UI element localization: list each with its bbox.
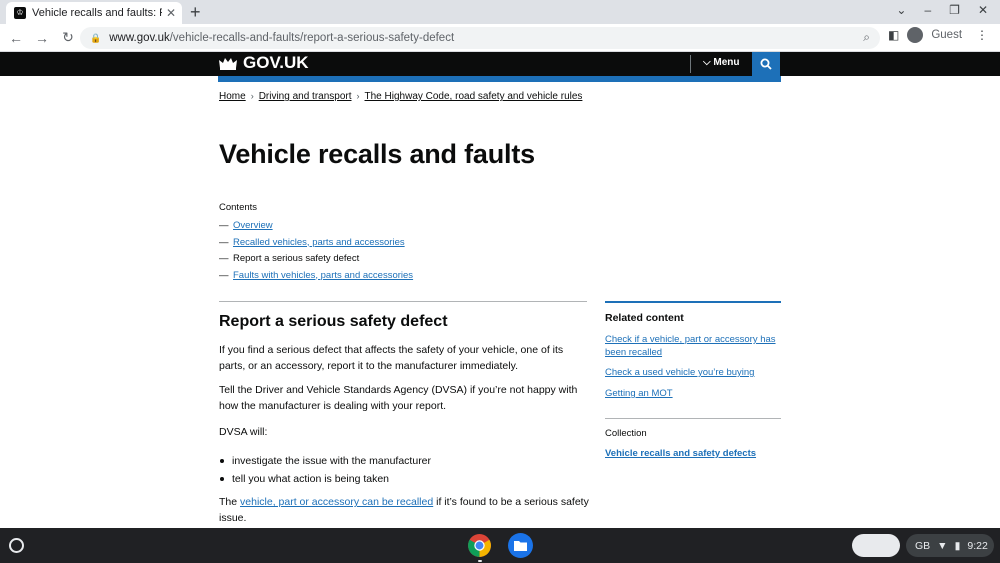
browser-toolbar: ← → ↻ 🔒 www.gov.uk/vehicle-recalls-and-f… — [0, 24, 1000, 52]
contents-link-overview[interactable]: Overview — [233, 220, 273, 237]
breadcrumb: Home › Driving and transport › The Highw… — [219, 91, 582, 102]
contents-heading: Contents — [219, 202, 258, 213]
chevron-right-icon: › — [250, 91, 254, 101]
address-bar[interactable]: 🔒 www.gov.uk/vehicle-recalls-and-faults/… — [80, 27, 880, 49]
files-app-icon[interactable] — [508, 533, 533, 558]
running-indicator — [478, 560, 482, 562]
zoom-icon[interactable]: ⌕ — [863, 30, 870, 45]
contents-list: Contents — Overview — Recalled vehicles, p… — [219, 202, 413, 286]
related-top-border — [605, 301, 781, 303]
paragraph: If you find a serious defect that affect… — [219, 344, 564, 372]
window-controls: ⌄ – ❐ ✕ — [896, 3, 988, 17]
search-icon — [760, 58, 772, 70]
back-arrow-icon[interactable]: ← — [3, 30, 29, 46]
logo-text: GOV.UK — [243, 53, 309, 72]
close-tab-icon[interactable]: ✕ — [166, 6, 176, 20]
chevron-right-icon: › — [356, 91, 360, 101]
contents-item: — Recalled vehicles, parts and accessorie… — [219, 237, 413, 254]
list-item: tell you what action is being taken — [219, 470, 431, 488]
related-link-recall-check[interactable]: Check if a vehicle, part or accessory ha… — [605, 334, 781, 359]
page-title: Vehicle recalls and faults — [219, 139, 535, 169]
search-button[interactable] — [752, 52, 780, 76]
menu-separator — [690, 55, 691, 73]
breadcrumb-driving[interactable]: Driving and transport — [259, 91, 352, 102]
gov-uk-favicon-icon: ♔ — [14, 7, 26, 19]
launcher-icon[interactable] — [9, 538, 24, 553]
paragraph: DVSA will: — [219, 426, 268, 438]
gov-uk-logo[interactable]: GOV.UK — [218, 53, 309, 73]
breadcrumb-highway-code[interactable]: The Highway Code, road safety and vehicl… — [365, 91, 583, 102]
paragraph: Tell the Driver and Vehicle Standards Ag… — [219, 384, 578, 412]
contents-item: — Overview — [219, 220, 413, 237]
bullet-list: investigate the issue with the manufactu… — [219, 452, 431, 488]
contents-link-recalled[interactable]: Recalled vehicles, parts and accessories — [233, 237, 405, 254]
url-text: www.gov.uk/vehicle-recalls-and-faults/re… — [109, 32, 455, 44]
collection-link[interactable]: Vehicle recalls and safety defects — [605, 448, 756, 459]
profile-avatar-icon[interactable] — [907, 27, 924, 43]
profile-label[interactable]: Guest — [931, 29, 962, 41]
clock-time: 9:22 — [967, 539, 988, 552]
close-window-icon[interactable]: ✕ — [978, 3, 988, 17]
contents-link-faults[interactable]: Faults with vehicles, parts and accessor… — [233, 270, 413, 287]
restore-icon[interactable]: ❐ — [949, 3, 960, 17]
gov-header: GOV.UK ⌵ Menu — [0, 52, 1000, 76]
side-panel-icon[interactable]: ◧ — [888, 28, 899, 42]
paragraph: The vehicle, part or accessory can be re… — [219, 496, 589, 524]
wifi-icon: ▼ — [937, 539, 948, 552]
section-divider — [219, 301, 587, 302]
related-link-used-vehicle[interactable]: Check a used vehicle you’re buying — [605, 367, 781, 380]
header-blue-bar — [218, 76, 781, 82]
toolbar-right: ◧ Guest ⋮ — [888, 27, 988, 43]
locale-label: GB — [915, 539, 931, 552]
browser-tab[interactable]: ♔ Vehicle recalls and faults: Report ✕ — [6, 2, 182, 24]
reload-icon[interactable]: ↻ — [55, 29, 81, 46]
tab-title: Vehicle recalls and faults: Report — [32, 7, 162, 19]
tab-search-icon[interactable]: ⌄ — [896, 3, 906, 17]
os-shelf: GB ▼ ▮ 9:22 — [0, 528, 1000, 563]
contents-item: — Faults with vehicles, parts and accesso… — [219, 270, 413, 287]
chevron-down-icon: ⌵ — [703, 57, 711, 68]
more-menu-icon[interactable]: ⋮ — [976, 28, 988, 42]
lock-icon[interactable]: 🔒 — [90, 33, 101, 44]
list-item: investigate the issue with the manufactu… — [219, 452, 431, 470]
contents-current-label: Report a serious safety defect — [233, 253, 360, 264]
new-tab-button[interactable]: + — [190, 2, 201, 22]
recall-link[interactable]: vehicle, part or accessory can be recall… — [240, 496, 433, 508]
menu-button[interactable]: ⌵ Menu — [703, 57, 739, 68]
breadcrumb-home[interactable]: Home — [219, 91, 246, 102]
contents-item-current: — Report a serious safety defect — [219, 253, 413, 270]
folder-icon — [514, 541, 527, 551]
holding-space-icon[interactable] — [852, 534, 900, 557]
tab-strip: ♔ Vehicle recalls and faults: Report ✕ +… — [0, 0, 1000, 24]
chrome-app-icon[interactable] — [467, 533, 492, 558]
related-heading: Related content — [605, 312, 684, 324]
related-divider — [605, 418, 781, 419]
section-heading: Report a serious safety defect — [219, 313, 448, 330]
minimize-icon[interactable]: – — [924, 3, 931, 17]
battery-icon: ▮ — [954, 539, 961, 552]
status-tray[interactable]: GB ▼ ▮ 9:22 — [906, 534, 994, 557]
related-link-mot[interactable]: Getting an MOT — [605, 388, 781, 401]
forward-arrow-icon[interactable]: → — [29, 30, 55, 46]
crown-icon — [219, 58, 237, 70]
collection-heading: Collection — [605, 428, 647, 439]
